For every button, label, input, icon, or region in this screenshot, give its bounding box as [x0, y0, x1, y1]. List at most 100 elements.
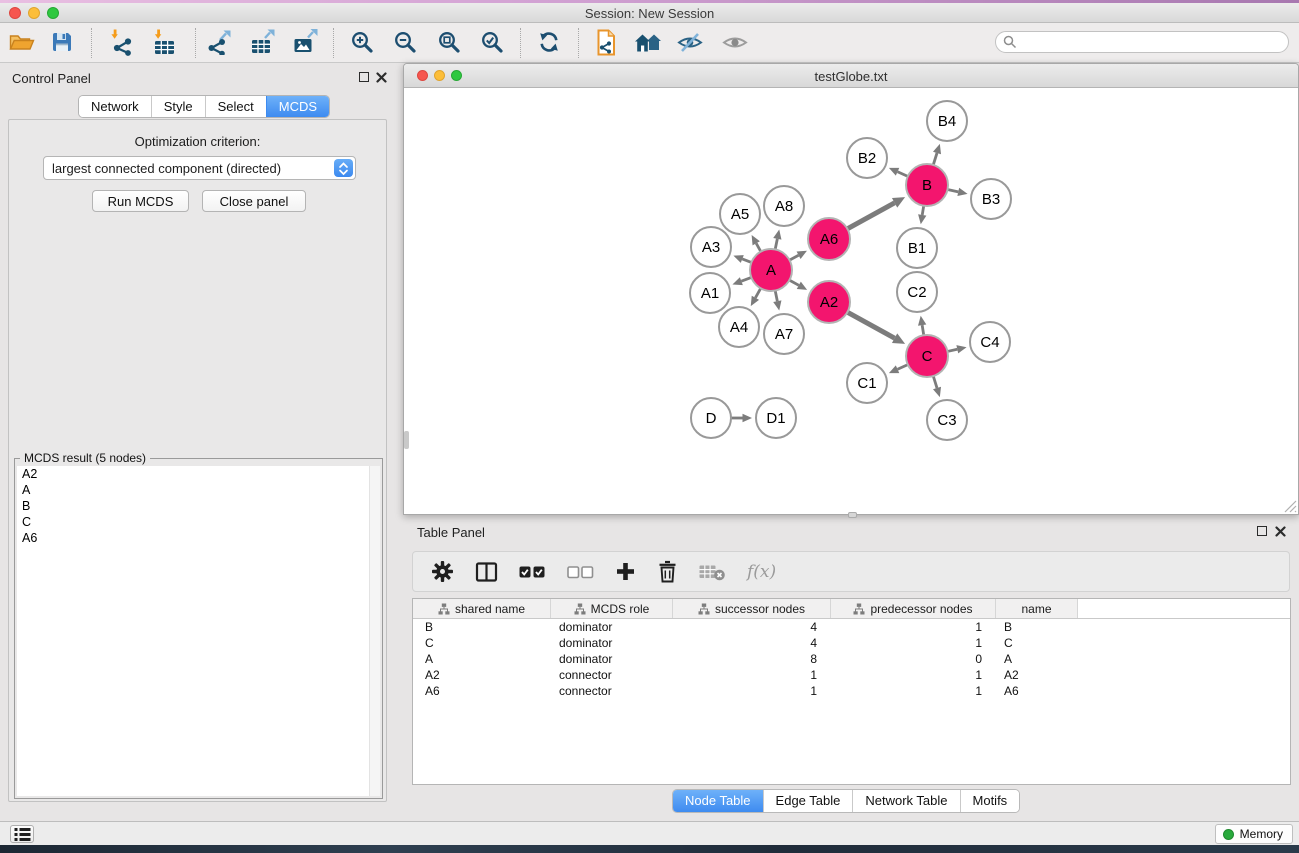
- export-network-button[interactable]: [202, 25, 236, 59]
- cell-successor-nodes[interactable]: 1: [673, 684, 831, 698]
- criterion-dropdown[interactable]: largest connected component (directed): [43, 156, 356, 180]
- split-panel-button[interactable]: [475, 557, 498, 587]
- resize-grip-icon[interactable]: [1283, 499, 1297, 513]
- column-settings-button[interactable]: [431, 557, 454, 587]
- table-row[interactable]: Bdominator41B: [413, 619, 1290, 635]
- function-builder-icon[interactable]: f(x): [747, 562, 776, 582]
- table-row[interactable]: Cdominator41C: [413, 635, 1290, 651]
- cell-name[interactable]: A2: [996, 668, 1078, 682]
- delete-table-button[interactable]: [699, 557, 726, 587]
- table-row[interactable]: A2connector11A2: [413, 667, 1290, 683]
- close-panel-button[interactable]: Close panel: [202, 190, 306, 212]
- new-network-from-file-button[interactable]: [589, 25, 623, 59]
- tab-node-table[interactable]: Node Table: [673, 790, 763, 812]
- network-graph[interactable]: B4B2BB3A8A5A6A3B1AC2A1A2A4A7C4CC1DD1C3: [404, 88, 1298, 514]
- mcds-result-item[interactable]: A6: [17, 530, 380, 546]
- cell-shared-name[interactable]: B: [413, 620, 551, 634]
- mcds-result-list[interactable]: A2ABCA6: [17, 466, 380, 796]
- tab-edge-table[interactable]: Edge Table: [763, 790, 853, 812]
- edge-B-B3[interactable]: [948, 189, 959, 191]
- column-header-name[interactable]: name: [996, 599, 1078, 618]
- zoom-out-button[interactable]: [388, 25, 422, 59]
- cell-successor-nodes[interactable]: 8: [673, 652, 831, 666]
- node-table[interactable]: shared nameMCDS rolesuccessor nodesprede…: [412, 598, 1291, 785]
- network-window-titlebar[interactable]: testGlobe.txt: [404, 64, 1298, 88]
- column-header-mcds-role[interactable]: MCDS role: [551, 599, 673, 618]
- edge-A-A4[interactable]: [755, 288, 760, 297]
- run-mcds-button[interactable]: Run MCDS: [92, 190, 189, 212]
- network-canvas[interactable]: B4B2BB3A8A5A6A3B1AC2A1A2A4A7C4CC1DD1C3: [404, 88, 1298, 514]
- tab-select[interactable]: Select: [205, 96, 266, 117]
- cell-mcds-role[interactable]: connector: [551, 668, 673, 682]
- edge-A-A6[interactable]: [790, 255, 799, 260]
- mcds-result-item[interactable]: A: [17, 482, 380, 498]
- scrollbar-track[interactable]: [369, 466, 380, 796]
- search-input[interactable]: [1017, 33, 1288, 51]
- mcds-result-item[interactable]: A2: [17, 466, 380, 482]
- cell-name[interactable]: A: [996, 652, 1078, 666]
- cell-mcds-role[interactable]: dominator: [551, 620, 673, 634]
- memory-button[interactable]: Memory: [1215, 824, 1293, 844]
- cell-shared-name[interactable]: A2: [413, 668, 551, 682]
- deselect-all-button[interactable]: [567, 557, 594, 587]
- search-field[interactable]: [995, 31, 1289, 53]
- edge-C-C4[interactable]: [947, 349, 957, 351]
- apply-layout-button[interactable]: [532, 25, 566, 59]
- edge-A-A7[interactable]: [775, 291, 777, 302]
- cell-shared-name[interactable]: C: [413, 636, 551, 650]
- app-titlebar[interactable]: Session: New Session: [0, 3, 1299, 23]
- hide-graphics-details-button[interactable]: [673, 25, 707, 59]
- mcds-result-item[interactable]: C: [17, 514, 380, 530]
- zoom-in-button[interactable]: [345, 25, 379, 59]
- close-table-panel-icon[interactable]: [1275, 526, 1286, 537]
- float-panel-icon[interactable]: [359, 72, 369, 82]
- cell-mcds-role[interactable]: connector: [551, 684, 673, 698]
- open-session-button[interactable]: [4, 25, 38, 59]
- edge-B-B1[interactable]: [922, 206, 923, 215]
- import-table-button[interactable]: [147, 25, 181, 59]
- edge-A-A1[interactable]: [741, 277, 751, 281]
- export-image-button[interactable]: [288, 25, 322, 59]
- create-column-button[interactable]: [615, 557, 636, 587]
- float-table-panel-icon[interactable]: [1257, 526, 1267, 536]
- show-graphics-details-button[interactable]: [718, 25, 752, 59]
- edge-A2-C[interactable]: [847, 312, 894, 338]
- cell-successor-nodes[interactable]: 4: [673, 636, 831, 650]
- table-row[interactable]: Adominator80A: [413, 651, 1290, 667]
- cell-predecessor-nodes[interactable]: 0: [831, 652, 996, 666]
- edge-A-A3[interactable]: [742, 259, 751, 262]
- cell-mcds-role[interactable]: dominator: [551, 652, 673, 666]
- edge-A6-B[interactable]: [847, 203, 894, 229]
- tab-network[interactable]: Network: [79, 96, 151, 117]
- zoom-selected-button[interactable]: [475, 25, 509, 59]
- panel-divider-handle[interactable]: [848, 512, 857, 518]
- canvas-scrollbar-thumb[interactable]: [404, 431, 409, 449]
- cell-successor-nodes[interactable]: 4: [673, 620, 831, 634]
- cell-shared-name[interactable]: A6: [413, 684, 551, 698]
- cell-name[interactable]: C: [996, 636, 1078, 650]
- column-header-successor-nodes[interactable]: successor nodes: [673, 599, 831, 618]
- cell-predecessor-nodes[interactable]: 1: [831, 684, 996, 698]
- import-network-button[interactable]: [104, 25, 138, 59]
- edge-A-A2[interactable]: [789, 280, 798, 285]
- edge-B-B2[interactable]: [898, 172, 908, 177]
- cell-mcds-role[interactable]: dominator: [551, 636, 673, 650]
- edge-A-A5[interactable]: [756, 243, 761, 251]
- cell-successor-nodes[interactable]: 1: [673, 668, 831, 682]
- cell-name[interactable]: A6: [996, 684, 1078, 698]
- task-history-button[interactable]: [10, 825, 34, 843]
- close-panel-icon[interactable]: [376, 72, 387, 83]
- column-header-predecessor-nodes[interactable]: predecessor nodes: [831, 599, 996, 618]
- mcds-result-item[interactable]: B: [17, 498, 380, 514]
- edge-C-C2[interactable]: [922, 325, 924, 335]
- home-button[interactable]: [631, 25, 665, 59]
- cell-name[interactable]: B: [996, 620, 1078, 634]
- cell-shared-name[interactable]: A: [413, 652, 551, 666]
- tab-network-table[interactable]: Network Table: [852, 790, 959, 812]
- table-row[interactable]: A6connector11A6: [413, 683, 1290, 699]
- edge-B-B4[interactable]: [933, 153, 937, 165]
- cell-predecessor-nodes[interactable]: 1: [831, 620, 996, 634]
- edge-C-C3[interactable]: [933, 376, 937, 388]
- export-table-button[interactable]: [245, 25, 279, 59]
- zoom-fit-button[interactable]: [432, 25, 466, 59]
